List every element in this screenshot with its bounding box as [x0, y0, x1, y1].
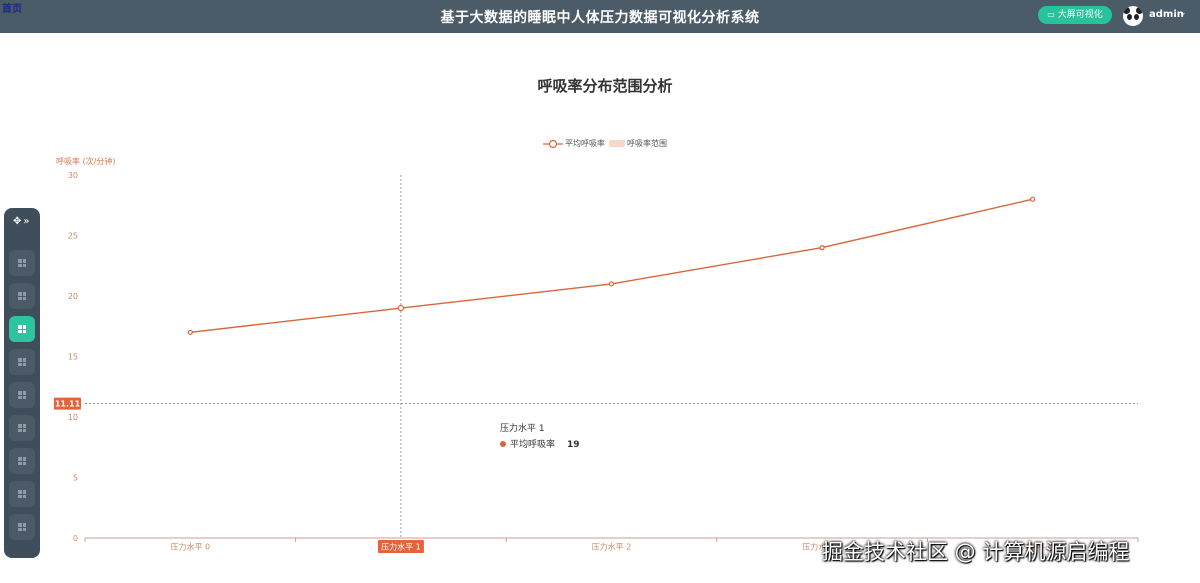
move-expand-icon[interactable]: ✥»	[13, 216, 32, 227]
y-tick-label: 10	[68, 413, 78, 422]
x-tick-label: 压力水平 1	[381, 542, 421, 552]
x-tick-label: 压力水平 0	[170, 542, 210, 552]
data-point	[397, 304, 405, 312]
y-tick-label: 15	[68, 353, 78, 362]
grid-icon	[18, 259, 26, 267]
grid-icon	[18, 523, 26, 531]
x-tick-label: 压力水平 2	[592, 542, 632, 552]
sidebar-item[interactable]	[9, 316, 35, 342]
grid-icon	[18, 457, 26, 465]
y-tick-label: 30	[68, 171, 78, 180]
tooltip-title: 压力水平 1	[500, 424, 545, 434]
y-tick-label: 0	[73, 534, 78, 543]
series-dot-icon	[500, 441, 506, 447]
grid-icon	[18, 292, 26, 300]
pointer-y-value: 11.11	[55, 400, 81, 409]
sidebar-item[interactable]	[9, 250, 35, 276]
sidebar-item[interactable]	[9, 448, 35, 474]
tooltip-row: 平均呼吸率 19	[500, 437, 580, 450]
sidebar: ✥»	[4, 208, 40, 558]
grid-icon	[18, 325, 26, 333]
tooltip-value: 19	[567, 440, 580, 450]
sidebar-item[interactable]	[9, 283, 35, 309]
sidebar-item[interactable]	[9, 349, 35, 375]
y-tick-label: 20	[68, 292, 78, 301]
data-point	[187, 329, 193, 335]
chart-tooltip: 压力水平 1 平均呼吸率 19	[492, 415, 612, 461]
data-point	[819, 245, 825, 251]
watermark: 掘金技术社区 @ 计算机源启编程	[822, 540, 1130, 564]
y-tick-label: 5	[73, 474, 78, 483]
tooltip-series-name: 平均呼吸率	[510, 440, 556, 450]
sidebar-item[interactable]	[9, 481, 35, 507]
sidebar-item[interactable]	[9, 514, 35, 540]
sidebar-item[interactable]	[9, 415, 35, 441]
grid-icon	[18, 424, 26, 432]
data-point	[608, 281, 615, 287]
grid-icon	[18, 490, 26, 498]
series-line-mean	[190, 198, 1033, 333]
sidebar-item[interactable]	[9, 382, 35, 408]
line-chart: 0 5 10 15 20 25 30 11.11 压力水平 0 压力水平 1 压力水平 2 压力水平 …	[54, 171, 1139, 553]
data-point	[1030, 196, 1036, 202]
grid-icon	[18, 391, 26, 399]
y-tick-label: 25	[68, 232, 78, 241]
grid-icon	[18, 358, 26, 366]
